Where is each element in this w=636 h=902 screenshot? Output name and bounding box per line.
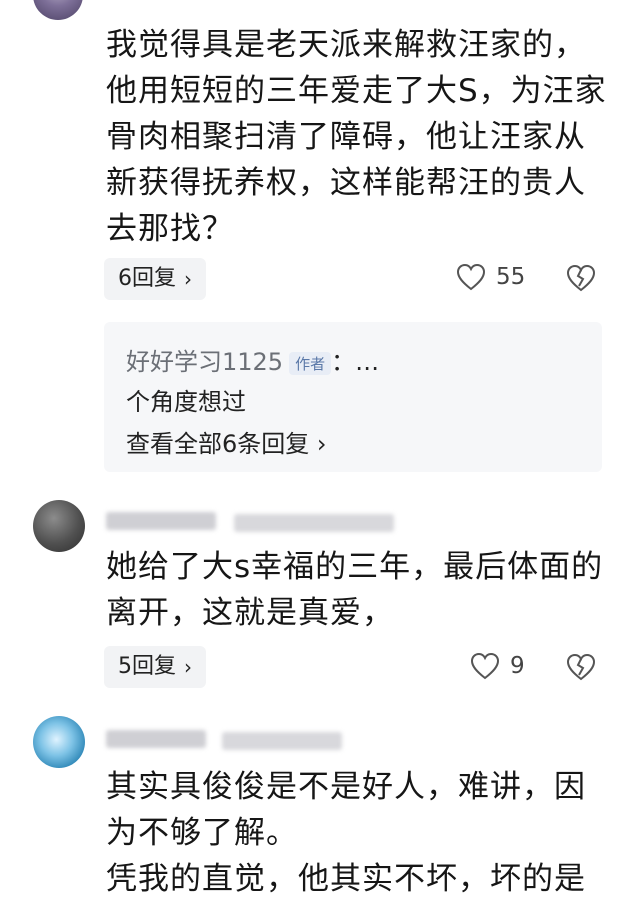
sub-reply-card[interactable]: 好好学习1125 作者：… 个角度想过 查看全部6条回复 ›	[104, 322, 602, 472]
username-blurred	[106, 512, 216, 530]
heart-outline-icon	[456, 263, 486, 291]
author-badge: 作者	[289, 351, 332, 375]
heart-outline-icon	[470, 652, 500, 680]
replies-label: 6回复	[118, 266, 176, 291]
like-button[interactable]: 9	[470, 652, 525, 680]
dislike-button[interactable]	[566, 653, 596, 683]
comment-text: 她给了大s幸福的三年，最后体面的 离开，这就是真爱，	[106, 549, 604, 631]
sub-reply-text: 个角度想过	[126, 388, 246, 416]
username-blurred	[106, 730, 206, 748]
replies-button[interactable]: 6回复 ›	[104, 258, 206, 300]
chevron-right-icon: ›	[316, 430, 327, 458]
comment-text: 我觉得具是老天派来解救汪家的， 他用短短的三年爱走了大S，为汪家 骨肉相聚扫清了…	[106, 27, 607, 247]
replies-label: 5回复	[118, 654, 176, 679]
sub-reply-header: 好好学习1125 作者：…	[126, 342, 379, 377]
like-count: 9	[510, 653, 525, 679]
replies-button[interactable]: 5回复 ›	[104, 646, 206, 688]
like-count: 55	[496, 264, 526, 290]
sub-reply-author[interactable]: 好好学习1125	[126, 348, 283, 376]
chevron-right-icon: ›	[184, 267, 192, 291]
sub-reply-suffix: ：…	[331, 348, 380, 376]
view-all-label: 查看全部6条回复	[126, 430, 310, 458]
dislike-button[interactable]	[566, 264, 596, 294]
broken-heart-icon	[566, 264, 596, 292]
view-all-replies-link[interactable]: 查看全部6条回复 ›	[126, 424, 327, 459]
avatar[interactable]	[33, 0, 83, 20]
like-button[interactable]: 55	[456, 263, 525, 291]
broken-heart-icon	[566, 653, 596, 681]
chevron-right-icon: ›	[184, 655, 192, 679]
meta-blurred	[222, 732, 342, 750]
avatar[interactable]	[33, 500, 85, 552]
comment-text: 其实具俊俊是不是好人，难讲，因 为不够了解。 凭我的直觉，他其实不坏，坏的是	[106, 769, 586, 897]
meta-blurred	[234, 514, 394, 532]
avatar[interactable]	[33, 716, 85, 768]
